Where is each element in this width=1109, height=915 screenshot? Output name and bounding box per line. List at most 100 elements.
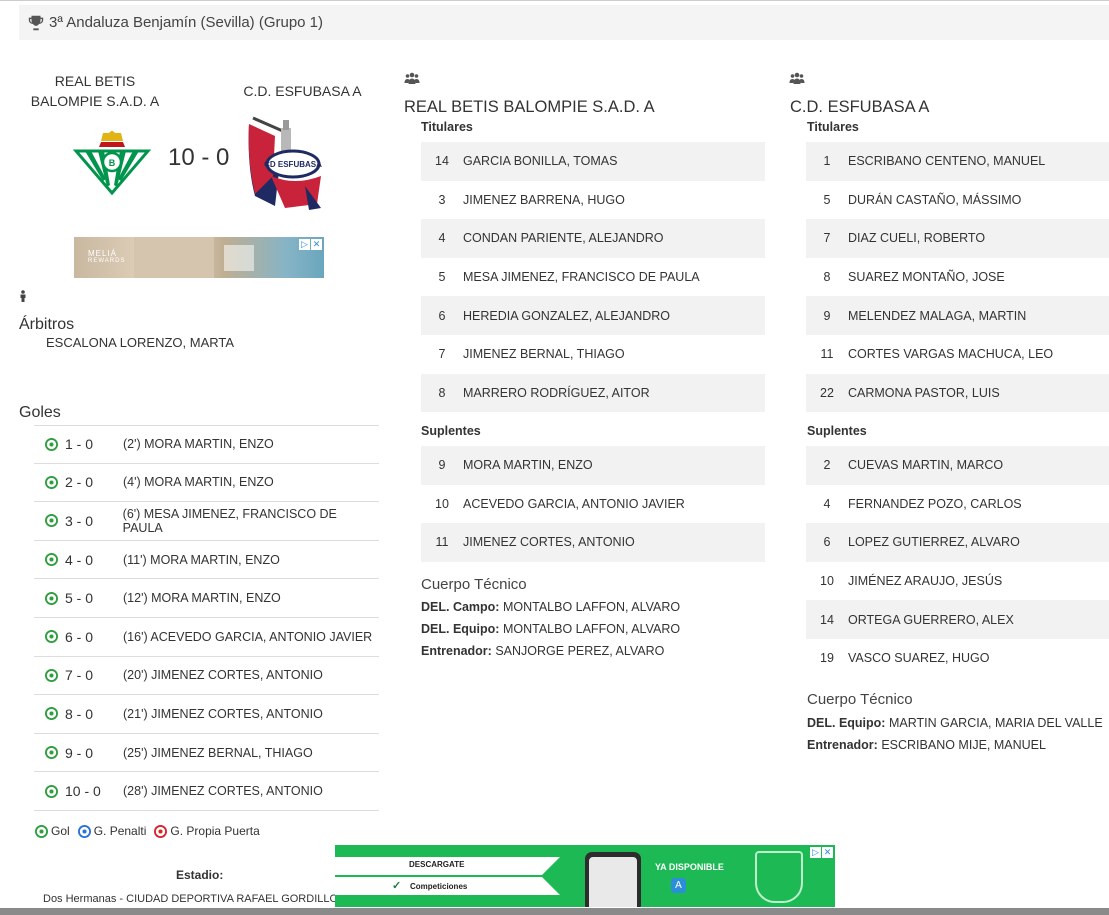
player-row[interactable]: 5 MESA JIMENEZ, FRANCISCO DE PAULA bbox=[421, 258, 765, 297]
player-row[interactable]: 19 VASCO SUAREZ, HUGO bbox=[806, 639, 1109, 678]
staff-name[interactable]: ESCRIBANO MIJE, MANUEL bbox=[881, 738, 1046, 752]
goal-scorer[interactable]: (21') JIMENEZ CORTES, ANTONIO bbox=[123, 707, 323, 721]
player-name[interactable]: GARCIA BONILLA, TOMAS bbox=[463, 154, 617, 168]
goal-scorer[interactable]: (6') MESA JIMENEZ, FRANCISCO DE PAULA bbox=[123, 507, 379, 535]
player-row[interactable]: 5 DURÁN CASTAÑO, MÁSSIMO bbox=[806, 181, 1109, 220]
player-row[interactable]: 14 GARCIA BONILLA, TOMAS bbox=[421, 142, 765, 181]
home-team-title[interactable]: REAL BETIS BALOMPIE S.A.D. A bbox=[404, 98, 655, 117]
goals-legend: Gol G. Penalti G. Propia Puerta bbox=[35, 824, 268, 838]
ad-info-icon[interactable]: ▷ bbox=[299, 239, 310, 250]
player-row[interactable]: 4 CONDAN PARIENTE, ALEJANDRO bbox=[421, 219, 765, 258]
player-name[interactable]: HEREDIA GONZALEZ, ALEJANDRO bbox=[463, 309, 670, 323]
goal-row: 1 - 0 (2') MORA MARTIN, ENZO bbox=[34, 425, 379, 464]
player-row[interactable]: 11 JIMENEZ CORTES, ANTONIO bbox=[421, 523, 765, 562]
goal-scorer[interactable]: (28') JIMENEZ CORTES, ANTONIO bbox=[123, 784, 323, 798]
player-name[interactable]: VASCO SUAREZ, HUGO bbox=[848, 651, 989, 665]
legend-gol: Gol bbox=[35, 824, 70, 838]
ad-close-icon[interactable]: ✕ bbox=[311, 239, 322, 250]
player-name[interactable]: CARMONA PASTOR, LUIS bbox=[848, 386, 1000, 400]
player-row[interactable]: 11 CORTES VARGAS MACHUCA, LEO bbox=[806, 335, 1109, 374]
app-store-icon[interactable]: A bbox=[671, 878, 686, 893]
advertisement-banner-small[interactable]: MELIÁ REWARDS ▷ ✕ bbox=[74, 237, 324, 278]
away-team-name[interactable]: C.D. ESFUBASA A bbox=[230, 81, 375, 101]
player-row[interactable]: 1 ESCRIBANO CENTENO, MANUEL bbox=[806, 142, 1109, 181]
player-row[interactable]: 6 HEREDIA GONZALEZ, ALEJANDRO bbox=[421, 296, 765, 335]
home-team-name[interactable]: REAL BETIS BALOMPIE S.A.D. A bbox=[20, 71, 170, 111]
staff-name[interactable]: MONTALBO LAFFON, ALVARO bbox=[503, 600, 680, 614]
goal-score: 8 - 0 bbox=[65, 705, 94, 722]
away-team-title[interactable]: C.D. ESFUBASA A bbox=[790, 98, 929, 117]
staff-name[interactable]: MONTALBO LAFFON, ALVARO bbox=[503, 622, 680, 636]
penalty-ball-icon bbox=[77, 824, 91, 838]
player-row[interactable]: 3 JIMENEZ BARRENA, HUGO bbox=[421, 181, 765, 220]
player-number: 22 bbox=[820, 385, 834, 400]
ad-close-icon-2[interactable]: ✕ bbox=[822, 847, 833, 858]
player-name[interactable]: ACEVEDO GARCIA, ANTONIO JAVIER bbox=[463, 497, 685, 511]
player-name[interactable]: JIMENEZ CORTES, ANTONIO bbox=[463, 535, 635, 549]
goal-score: 2 - 0 bbox=[65, 474, 94, 491]
staff-role: Entrenador: bbox=[421, 644, 492, 658]
player-name[interactable]: JIMÉNEZ ARAUJO, JESÚS bbox=[848, 574, 1002, 588]
ad-choices[interactable]: ▷ ✕ bbox=[299, 239, 322, 250]
player-row[interactable]: 7 DIAZ CUELI, ROBERTO bbox=[806, 219, 1109, 258]
player-name[interactable]: MARRERO RODRÍGUEZ, AITOR bbox=[463, 386, 650, 400]
goal-scorer[interactable]: (20') JIMENEZ CORTES, ANTONIO bbox=[123, 668, 323, 682]
player-number: 8 bbox=[438, 385, 446, 400]
player-row[interactable]: 9 MORA MARTIN, ENZO bbox=[421, 446, 765, 485]
player-row[interactable]: 7 JIMENEZ BERNAL, THIAGO bbox=[421, 335, 765, 374]
player-row[interactable]: 2 CUEVAS MARTIN, MARCO bbox=[806, 446, 1109, 485]
player-row[interactable]: 8 SUAREZ MONTAÑO, JOSE bbox=[806, 258, 1109, 297]
player-row[interactable]: 22 CARMONA PASTOR, LUIS bbox=[806, 373, 1109, 413]
player-name[interactable]: CORTES VARGAS MACHUCA, LEO bbox=[848, 347, 1053, 361]
player-name[interactable]: MELENDEZ MALAGA, MARTIN bbox=[848, 309, 1026, 323]
player-row[interactable]: 9 MELENDEZ MALAGA, MARTIN bbox=[806, 296, 1109, 335]
player-name[interactable]: CUEVAS MARTIN, MARCO bbox=[848, 458, 1003, 472]
goal-score: 4 - 0 bbox=[65, 551, 94, 568]
ad-info-icon-2[interactable]: ▷ bbox=[810, 847, 821, 858]
player-name[interactable]: MESA JIMENEZ, FRANCISCO DE PAULA bbox=[463, 270, 700, 284]
player-row[interactable]: 4 FERNANDEZ POZO, CARLOS bbox=[806, 485, 1109, 524]
player-number: 10 bbox=[820, 574, 834, 589]
home-team-crest-icon[interactable]: B bbox=[73, 129, 151, 195]
player-name[interactable]: LOPEZ GUTIERREZ, ALVARO bbox=[848, 535, 1020, 549]
player-name[interactable]: ORTEGA GUERRERO, ALEX bbox=[848, 613, 1014, 627]
player-row[interactable]: 10 JIMÉNEZ ARAUJO, JESÚS bbox=[806, 562, 1109, 601]
player-row[interactable]: 14 ORTEGA GUERRERO, ALEX bbox=[806, 600, 1109, 639]
goal-score: 3 - 0 bbox=[65, 512, 94, 529]
away-subs-list: 2 CUEVAS MARTIN, MARCO 4 FERNANDEZ POZO, CA… bbox=[806, 446, 1109, 678]
goal-scorer[interactable]: (16') ACEVEDO GARCIA, ANTONIO JAVIER bbox=[123, 630, 372, 644]
player-name[interactable]: SUAREZ MONTAÑO, JOSE bbox=[848, 270, 1005, 284]
staff-name[interactable]: MARTIN GARCIA, MARIA DEL VALLE bbox=[889, 716, 1103, 730]
player-name[interactable]: CONDAN PARIENTE, ALEJANDRO bbox=[463, 231, 664, 245]
goal-row: 5 - 0 (12') MORA MARTIN, ENZO bbox=[34, 579, 379, 618]
player-row[interactable]: 10 ACEVEDO GARCIA, ANTONIO JAVIER bbox=[421, 485, 765, 524]
player-row[interactable]: 6 LOPEZ GUTIERREZ, ALVARO bbox=[806, 523, 1109, 562]
goal-scorer[interactable]: (25') JIMENEZ BERNAL, THIAGO bbox=[123, 746, 313, 760]
goal-scorer[interactable]: (2') MORA MARTIN, ENZO bbox=[123, 437, 274, 451]
goal-scorer[interactable]: (11') MORA MARTIN, ENZO bbox=[123, 553, 280, 567]
player-name[interactable]: MORA MARTIN, ENZO bbox=[463, 458, 593, 472]
away-team-crest-icon[interactable]: CD ESFUBASA bbox=[245, 116, 325, 211]
player-name[interactable]: DURÁN CASTAÑO, MÁSSIMO bbox=[848, 193, 1021, 207]
staff-name[interactable]: SANJORGE PEREZ, ALVARO bbox=[495, 644, 664, 658]
advertisement-banner-app[interactable]: DESCARGATE ✓ Competiciones YA DISPONIBLE… bbox=[335, 845, 835, 907]
goal-scorer[interactable]: (12') MORA MARTIN, ENZO bbox=[123, 591, 281, 605]
goal-scorer[interactable]: (4') MORA MARTIN, ENZO bbox=[123, 475, 274, 489]
away-starters-label: Titulares bbox=[807, 120, 859, 134]
player-number: 7 bbox=[823, 231, 831, 246]
player-name[interactable]: JIMENEZ BERNAL, THIAGO bbox=[463, 347, 625, 361]
player-name[interactable]: DIAZ CUELI, ROBERTO bbox=[848, 231, 985, 245]
player-name[interactable]: ESCRIBANO CENTENO, MANUEL bbox=[848, 154, 1045, 168]
staff-line: Entrenador: SANJORGE PEREZ, ALVARO bbox=[421, 644, 664, 658]
player-name[interactable]: JIMENEZ BARRENA, HUGO bbox=[463, 193, 625, 207]
ad-choices-2[interactable]: ▷ ✕ bbox=[810, 847, 833, 858]
staff-line: DEL. Equipo: MARTIN GARCIA, MARIA DEL VA… bbox=[807, 716, 1103, 730]
player-name[interactable]: FERNANDEZ POZO, CARLOS bbox=[848, 497, 1022, 511]
ad-brand-line1: MELIÁ bbox=[88, 249, 118, 258]
player-row[interactable]: 8 MARRERO RODRÍGUEZ, AITOR bbox=[421, 373, 765, 413]
player-number: 5 bbox=[823, 192, 831, 207]
player-number: 3 bbox=[438, 192, 446, 207]
person-icon bbox=[20, 290, 26, 302]
player-number: 8 bbox=[823, 270, 831, 285]
home-staff-title: Cuerpo Técnico bbox=[421, 576, 527, 593]
